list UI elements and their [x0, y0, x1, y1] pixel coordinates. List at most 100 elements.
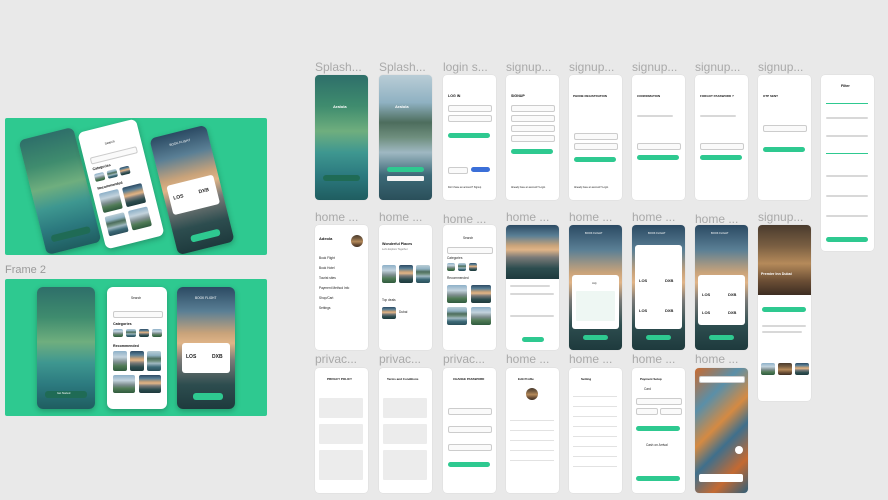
- edit-profile-screen[interactable]: Edit Profile: [506, 368, 559, 493]
- card-number-field[interactable]: [636, 398, 682, 405]
- menu-item[interactable]: Payment Method Info: [319, 286, 349, 290]
- place-card[interactable]: [399, 265, 413, 283]
- recommended-card[interactable]: [471, 307, 491, 325]
- category-thumb[interactable]: [458, 263, 466, 271]
- login-link[interactable]: Already have an account? Login: [511, 186, 545, 189]
- settings-item[interactable]: [573, 456, 617, 457]
- category-thumb[interactable]: [469, 263, 477, 271]
- confirmation-screen[interactable]: CONFIRMATION: [632, 75, 685, 200]
- password-field[interactable]: [511, 125, 555, 132]
- artboard-label[interactable]: home ...: [695, 212, 738, 226]
- artboard-label[interactable]: home ...: [632, 352, 675, 366]
- book-button[interactable]: [709, 335, 734, 340]
- splash-screen-2[interactable]: Aralola: [379, 75, 432, 200]
- artboard-label[interactable]: signup...: [758, 210, 803, 224]
- artboard-label[interactable]: signup...: [758, 60, 803, 74]
- confirm-button[interactable]: [637, 155, 679, 160]
- category-thumb[interactable]: [119, 165, 131, 176]
- artboard-label[interactable]: signup...: [506, 60, 551, 74]
- artboard-label[interactable]: home ...: [506, 352, 549, 366]
- artboard-label[interactable]: home ...: [695, 352, 738, 366]
- settings-screen[interactable]: Setting: [569, 368, 622, 493]
- menu-item[interactable]: Shop/Cart: [319, 296, 333, 300]
- otp-field[interactable]: [763, 125, 807, 132]
- cash-option[interactable]: Cash on Arrival: [646, 443, 668, 447]
- signup-screen[interactable]: SIGNUP Already have an account? Login: [506, 75, 559, 200]
- hotel-photo[interactable]: [795, 363, 809, 375]
- card-option[interactable]: Card: [644, 387, 651, 391]
- frame-1[interactable]: Search Categories Recommended BOOK FLIGH…: [5, 118, 267, 255]
- menu-item[interactable]: Tourist sites: [319, 276, 336, 280]
- payment-setup-screen[interactable]: Payment Setup Card Cash on Arrival: [632, 368, 685, 493]
- book-button[interactable]: [522, 337, 544, 342]
- country-field[interactable]: [574, 143, 618, 150]
- flight-list-screen[interactable]: BOOK FLIGHT LOS DXB LOS DXB: [632, 225, 685, 350]
- artboard-label[interactable]: Splash...: [379, 60, 426, 74]
- phone-registration-screen[interactable]: PHONE REGISTRATION Already have an accou…: [569, 75, 622, 200]
- recommended-card[interactable]: [113, 351, 127, 371]
- menu-item[interactable]: Settings: [319, 306, 331, 310]
- settings-item[interactable]: [573, 466, 617, 467]
- settings-item[interactable]: [573, 396, 617, 397]
- send-button[interactable]: [574, 157, 616, 162]
- home-places-screen[interactable]: Wonderful Places Let's Explore Together …: [379, 225, 432, 350]
- cvv-field[interactable]: [660, 408, 682, 415]
- profile-field[interactable]: [510, 440, 554, 441]
- continue-button[interactable]: [646, 335, 671, 340]
- recommended-card[interactable]: [98, 188, 123, 214]
- artboard-label[interactable]: home ...: [315, 210, 358, 224]
- get-started-button[interactable]: Get Started: [45, 391, 87, 398]
- apply-button[interactable]: [826, 237, 868, 242]
- category-thumb[interactable]: [106, 168, 119, 179]
- current-password-field[interactable]: [448, 408, 492, 415]
- artboard-label[interactable]: home ...: [506, 210, 549, 224]
- artboard-label[interactable]: privac...: [379, 352, 421, 366]
- login-link[interactable]: Already have an account? Login: [574, 186, 608, 189]
- add-card-button[interactable]: [636, 426, 680, 431]
- category-thumb[interactable]: [126, 329, 136, 337]
- hotel-photo[interactable]: [778, 363, 792, 375]
- settings-item[interactable]: [573, 426, 617, 427]
- confirm-password-field[interactable]: [448, 444, 492, 451]
- frame-2[interactable]: Get Started Search Categories Recommende…: [5, 279, 267, 416]
- map-search-input[interactable]: [699, 376, 745, 383]
- email-field[interactable]: [448, 105, 492, 112]
- artboard-label[interactable]: signup...: [632, 60, 677, 74]
- password-field[interactable]: [448, 115, 492, 122]
- place-card[interactable]: [382, 265, 396, 283]
- search-input[interactable]: [89, 146, 138, 165]
- facebook-button[interactable]: [471, 167, 490, 172]
- place-detail-screen[interactable]: [506, 225, 559, 350]
- recommended-card[interactable]: [139, 375, 161, 393]
- artboard-label[interactable]: signup...: [569, 60, 614, 74]
- category-thumb[interactable]: [93, 171, 106, 183]
- send-button[interactable]: [700, 155, 742, 160]
- terms-screen[interactable]: Terms and Conditions: [379, 368, 432, 493]
- category-thumb[interactable]: [113, 329, 123, 337]
- book-button[interactable]: [193, 393, 223, 400]
- settings-item[interactable]: [573, 406, 617, 407]
- profile-field[interactable]: [510, 430, 554, 431]
- login-screen[interactable]: LOG IN Don't have an account? Signup: [443, 75, 496, 200]
- artboard-label[interactable]: signup...: [695, 60, 740, 74]
- flight-ticket[interactable]: LOS DXB LOS DXB: [635, 245, 682, 329]
- artboard-label[interactable]: home ...: [569, 210, 612, 224]
- artboard-label[interactable]: privac...: [443, 352, 485, 366]
- forgot-password-screen[interactable]: FORGOT PASSWORD ?: [695, 75, 748, 200]
- otp-screen[interactable]: OTP SENT: [758, 75, 811, 200]
- artboard-label[interactable]: home ...: [569, 352, 612, 366]
- signup-link[interactable]: Don't have an account? Signup: [448, 186, 481, 189]
- deal-card[interactable]: [382, 307, 396, 319]
- new-password-field[interactable]: [448, 426, 492, 433]
- confirm-password-button[interactable]: [448, 462, 490, 467]
- calendar-card[interactable]: July: [572, 275, 619, 329]
- home-search-screen[interactable]: Search Categories Recommended: [443, 225, 496, 350]
- profile-field[interactable]: [510, 420, 554, 421]
- flight-ticket[interactable]: LOS DXB LOS DXB: [698, 275, 745, 325]
- recommended-card[interactable]: [113, 375, 135, 393]
- recommended-card[interactable]: [130, 351, 144, 371]
- menu-item[interactable]: Book Hotel: [319, 266, 335, 270]
- code-field[interactable]: [637, 143, 681, 150]
- artboard-label[interactable]: home ...: [443, 212, 486, 226]
- map-location-button[interactable]: [735, 446, 743, 454]
